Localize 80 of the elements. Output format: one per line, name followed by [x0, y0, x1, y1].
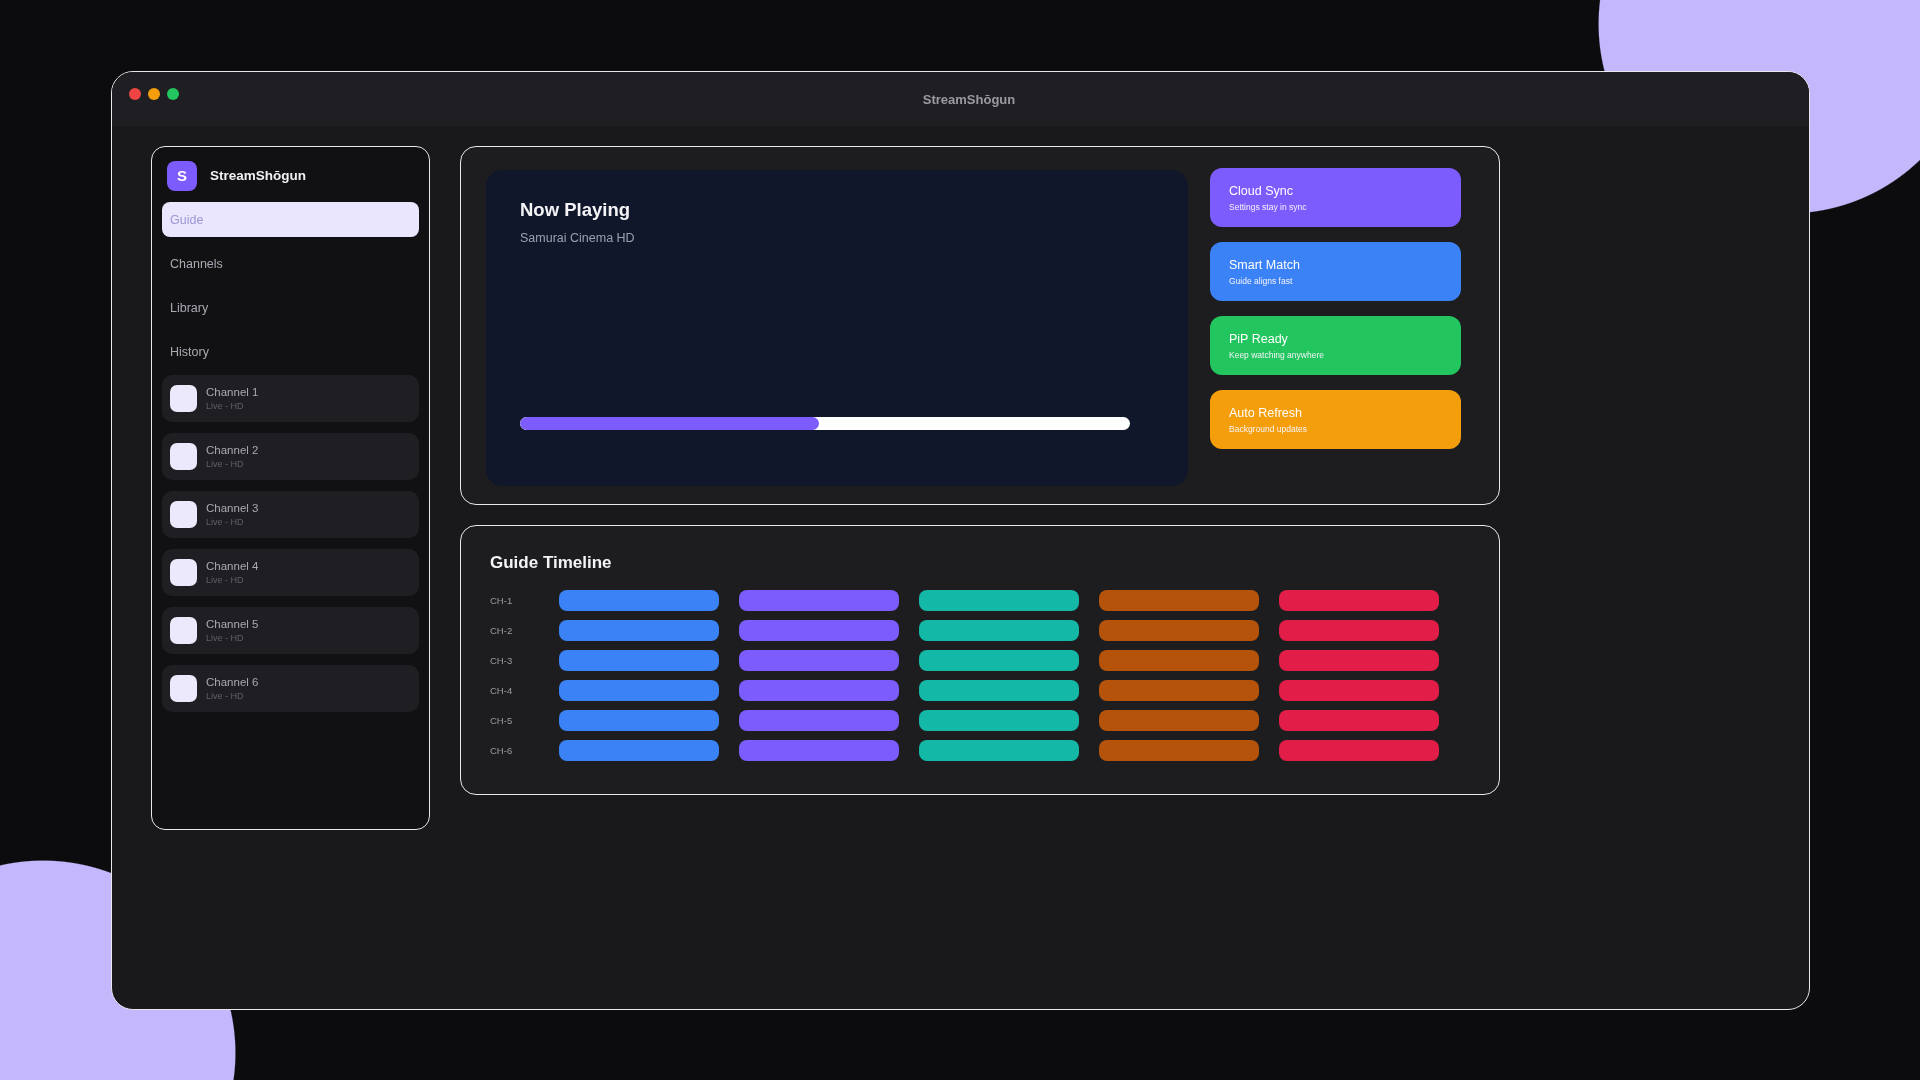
channel-status: Live - HD — [206, 459, 245, 469]
program-block[interactable] — [1099, 710, 1259, 731]
channel-thumbnail-icon — [170, 617, 197, 644]
channel-name: Channel 1 — [206, 386, 259, 398]
channel-label: CH-3 — [490, 655, 514, 666]
feature-title: Cloud Sync — [1229, 183, 1294, 198]
maximize-button[interactable] — [167, 88, 179, 100]
channel-label: CH-6 — [490, 745, 514, 756]
channel-card[interactable]: Channel 3 Live - HD — [162, 491, 419, 538]
nav-item[interactable]: History — [162, 334, 419, 369]
program-block[interactable] — [559, 680, 719, 701]
program-block[interactable] — [739, 740, 899, 761]
close-button[interactable] — [129, 88, 141, 100]
program-block[interactable] — [919, 740, 1079, 761]
program-block[interactable] — [1279, 710, 1439, 731]
feature-title: Auto Refresh — [1229, 405, 1303, 420]
channel-label: CH-2 — [490, 625, 514, 636]
program-block[interactable] — [1279, 680, 1439, 701]
program-block[interactable] — [739, 650, 899, 671]
program-block[interactable] — [739, 680, 899, 701]
channel-status: Live - HD — [206, 691, 245, 701]
nav-item[interactable]: Channels — [162, 246, 419, 281]
channel-name: Channel 4 — [206, 560, 259, 572]
program-block[interactable] — [919, 650, 1079, 671]
now-playing-subtitle: Samurai Cinema HD — [520, 231, 636, 245]
program-block[interactable] — [559, 710, 719, 731]
program-block[interactable] — [919, 710, 1079, 731]
program-block[interactable] — [919, 680, 1079, 701]
feature-description: Settings stay in sync — [1229, 201, 1308, 212]
program-block[interactable] — [1099, 740, 1259, 761]
program-block[interactable] — [1279, 740, 1439, 761]
program-block[interactable] — [1099, 650, 1259, 671]
feature-description: Guide aligns fast — [1229, 275, 1294, 286]
channel-status: Live - HD — [206, 633, 245, 643]
feature-title: PiP Ready — [1229, 331, 1289, 346]
channel-thumbnail-icon — [170, 501, 197, 528]
program-block[interactable] — [1099, 680, 1259, 701]
channel-thumbnail-icon — [170, 385, 197, 412]
channel-card[interactable]: Channel 5 Live - HD — [162, 607, 419, 654]
channel-status: Live - HD — [206, 517, 245, 527]
program-block[interactable] — [1279, 590, 1439, 611]
feature-description: Background updates — [1229, 423, 1308, 434]
program-block[interactable] — [559, 740, 719, 761]
program-block[interactable] — [559, 620, 719, 641]
channel-name: Channel 3 — [206, 502, 259, 514]
feature-title: Smart Match — [1229, 257, 1301, 272]
channel-status: Live - HD — [206, 575, 245, 585]
program-block[interactable] — [739, 590, 899, 611]
channel-card[interactable]: Channel 2 Live - HD — [162, 433, 419, 480]
program-block[interactable] — [1099, 590, 1259, 611]
channel-name: Channel 2 — [206, 444, 259, 456]
minimize-button[interactable] — [148, 88, 160, 100]
channel-label: CH-4 — [490, 685, 514, 696]
channel-label: CH-5 — [490, 715, 514, 726]
program-block[interactable] — [739, 710, 899, 731]
app-logo: S — [167, 160, 197, 191]
program-block[interactable] — [559, 590, 719, 611]
nav-item[interactable]: Library — [162, 290, 419, 325]
program-block[interactable] — [1279, 650, 1439, 671]
program-block[interactable] — [1099, 620, 1259, 641]
channel-card[interactable]: Channel 6 Live - HD — [162, 665, 419, 712]
program-block[interactable] — [919, 620, 1079, 641]
app-name: StreamShōgun — [210, 168, 306, 183]
channel-thumbnail-icon — [170, 443, 197, 470]
program-block[interactable] — [559, 650, 719, 671]
program-block[interactable] — [739, 620, 899, 641]
panel-title: Guide Timeline — [490, 553, 613, 573]
program-block[interactable] — [919, 590, 1079, 611]
program-block[interactable] — [1279, 620, 1439, 641]
feature-description: Keep watching anywhere — [1229, 349, 1325, 360]
channel-name: Channel 6 — [206, 676, 259, 688]
now-playing-title: Now Playing — [520, 199, 631, 221]
channel-name: Channel 5 — [206, 618, 259, 630]
channel-label: CH-1 — [490, 595, 514, 606]
window-title: StreamShōgun — [922, 91, 1016, 107]
channel-status: Live - HD — [206, 401, 245, 411]
channel-card[interactable]: Channel 4 Live - HD — [162, 549, 419, 596]
channel-thumbnail-icon — [170, 559, 197, 586]
channel-thumbnail-icon — [170, 675, 197, 702]
channel-card[interactable]: Channel 1 Live - HD — [162, 375, 419, 422]
